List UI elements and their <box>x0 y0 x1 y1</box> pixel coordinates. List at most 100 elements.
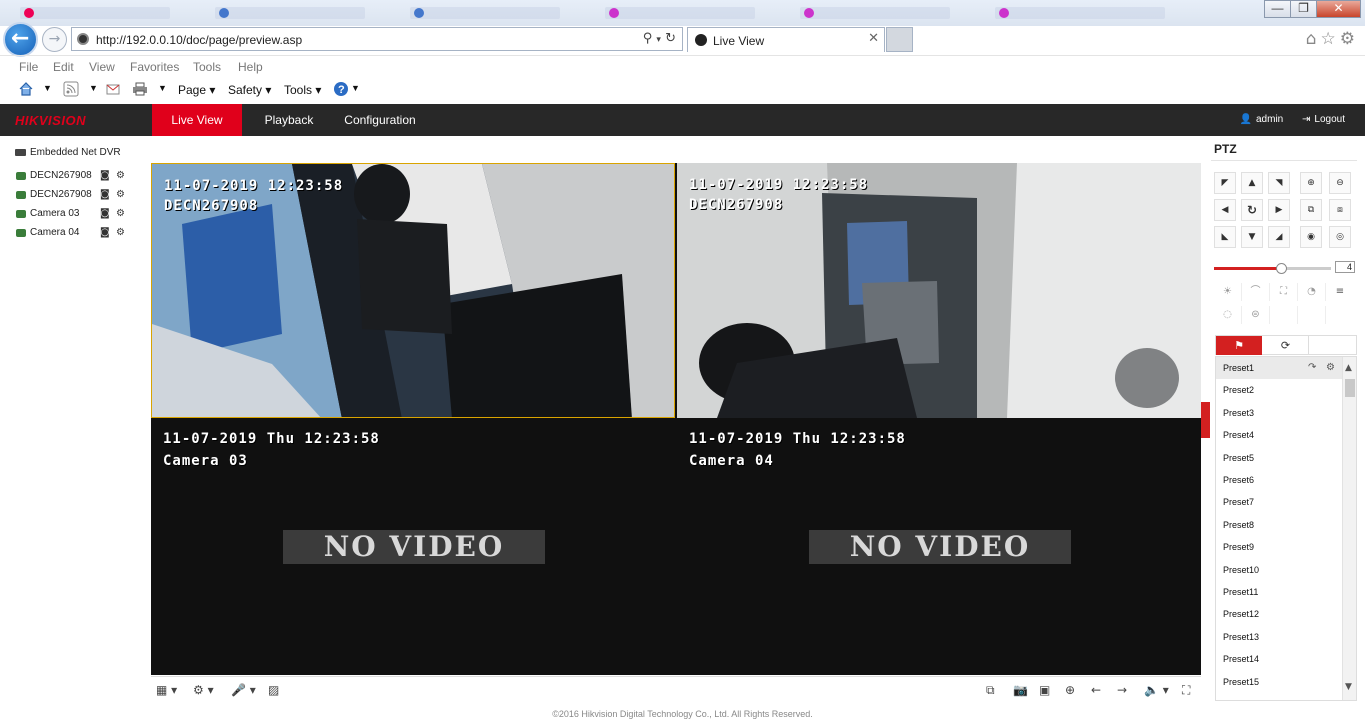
next-page-icon[interactable]: → <box>1117 683 1127 697</box>
camera-item[interactable]: DECN267908 ◙ ⚙ <box>16 169 136 185</box>
tools-menu[interactable]: Tools ▾ <box>284 83 321 97</box>
alarm-output-icon[interactable]: ▨ <box>268 683 279 697</box>
zoom-out-button[interactable]: ⊖ <box>1329 172 1351 194</box>
menu-file[interactable]: File <box>19 60 38 74</box>
close-window-button[interactable]: ✕ <box>1316 0 1361 18</box>
preset-item[interactable]: Preset9 <box>1216 536 1343 558</box>
print-dropdown-icon[interactable]: ▼ <box>158 83 167 93</box>
preset-item[interactable]: Preset2 <box>1216 379 1343 401</box>
stream-icon[interactable]: ⚙ <box>116 170 125 181</box>
menu-tools[interactable]: Tools <box>193 60 221 74</box>
menu-edit[interactable]: Edit <box>53 60 74 74</box>
light-icon[interactable]: ☀ <box>1214 283 1242 301</box>
feeds-icon[interactable] <box>63 81 79 97</box>
zoom-icon[interactable]: ⊕ <box>1065 683 1075 697</box>
gear-icon[interactable]: ⚙ <box>1340 29 1359 49</box>
manual-track-icon[interactable]: ◌ <box>1214 306 1242 324</box>
background-tab[interactable] <box>605 7 755 19</box>
microphone-icon[interactable]: 🎤 ▾ <box>231 683 256 697</box>
back-button[interactable]: ← <box>3 22 38 57</box>
tab-live-view-nav[interactable]: Live View <box>152 104 242 136</box>
camera-item[interactable]: Camera 04 ◙ ⚙ <box>16 226 136 242</box>
focus-far-button[interactable]: ⧈ <box>1329 199 1351 221</box>
ptz-down-right-button[interactable]: ◢ <box>1268 226 1290 248</box>
home-icon[interactable] <box>18 81 34 97</box>
home-dropdown-icon[interactable]: ▼ <box>43 83 52 93</box>
stream-icon[interactable]: ⚙ <box>116 227 125 238</box>
video-pane-3[interactable]: 11-07-2019 Thu 12:23:58 Camera 03 NO VID… <box>151 420 675 675</box>
background-tab[interactable] <box>995 7 1165 19</box>
more-icon[interactable]: ≡ <box>1326 283 1354 301</box>
ptz-left-button[interactable]: ◀ <box>1214 199 1236 221</box>
preset-item[interactable]: Preset1 ↷ ⚙ <box>1216 357 1343 379</box>
record-all-icon[interactable]: ▣ <box>1039 683 1050 697</box>
ptz-right-button[interactable]: ▶ <box>1268 199 1290 221</box>
preset-item[interactable]: Preset14 <box>1216 648 1343 670</box>
preset-item[interactable]: Preset10 <box>1216 559 1343 581</box>
tab-patrol[interactable]: ⟳ <box>1263 336 1309 355</box>
safety-menu[interactable]: Safety ▾ <box>228 83 271 97</box>
menu-favorites[interactable]: Favorites <box>130 60 179 74</box>
camera-item[interactable]: Camera 03 ◙ ⚙ <box>16 207 136 223</box>
address-bar[interactable]: http://192.0.0.10/doc/page/preview.asp ⚲… <box>71 27 683 51</box>
speed-value[interactable]: 4 <box>1335 261 1355 273</box>
ptz-up-right-button[interactable]: ◥ <box>1268 172 1290 194</box>
zoom-3d-icon[interactable]: ⊜ <box>1242 306 1270 324</box>
call-preset-icon[interactable]: ↷ <box>1308 357 1316 379</box>
scroll-up-icon[interactable]: ▲ <box>1345 363 1352 373</box>
menu-help[interactable]: Help <box>238 60 263 74</box>
panel-collapse-handle[interactable] <box>1201 402 1210 438</box>
scroll-down-icon[interactable]: ▼ <box>1345 682 1352 692</box>
window-layout-icon[interactable]: ▦ ▾ <box>156 683 177 697</box>
preset-item[interactable]: Preset12 <box>1216 603 1343 625</box>
mail-icon[interactable] <box>105 81 121 97</box>
preset-scrollbar[interactable]: ▲ ▼ <box>1342 357 1356 700</box>
tab-configuration[interactable]: Configuration <box>340 104 420 136</box>
set-preset-icon[interactable]: ⚙ <box>1326 357 1335 379</box>
3d-positioning-icon[interactable]: ⛶ <box>1270 283 1298 301</box>
ptz-down-button[interactable]: ▼ <box>1241 226 1263 248</box>
auto-scan-button[interactable]: ↻ <box>1241 199 1263 221</box>
volume-icon[interactable]: 🔈 ▾ <box>1144 683 1169 697</box>
capture-icon[interactable]: 📷 <box>1013 683 1028 697</box>
video-pane-4[interactable]: 11-07-2019 Thu 12:23:58 Camera 04 NO VID… <box>677 420 1201 675</box>
lens-init-icon[interactable]: ◔ <box>1298 283 1326 301</box>
preset-item[interactable]: Preset11 <box>1216 581 1343 603</box>
menu-view[interactable]: View <box>89 60 115 74</box>
stream-icon[interactable]: ⚙ <box>116 189 125 200</box>
star-icon[interactable]: ☆ <box>1321 29 1340 49</box>
feeds-dropdown-icon[interactable]: ▼ <box>89 83 98 93</box>
tab-live-view[interactable]: Live View ✕ <box>687 27 885 52</box>
page-menu[interactable]: Page ▾ <box>178 83 215 97</box>
record-icon[interactable]: ◙ <box>100 208 110 219</box>
forward-button[interactable]: → <box>42 27 67 52</box>
help-dropdown-icon[interactable]: ▼ <box>351 83 360 93</box>
background-tab[interactable] <box>20 7 170 19</box>
camera-item[interactable]: DECN267908 ◙ ⚙ <box>16 188 136 204</box>
minimize-button[interactable]: — <box>1264 0 1291 18</box>
zoom-in-button[interactable]: ⊕ <box>1300 172 1322 194</box>
preset-item[interactable]: Preset13 <box>1216 626 1343 648</box>
preset-item[interactable]: Preset6 <box>1216 469 1343 491</box>
record-icon[interactable]: ◙ <box>100 227 110 238</box>
wiper-icon[interactable]: ⌒ <box>1242 283 1270 301</box>
url-text[interactable]: http://192.0.0.10/doc/page/preview.asp <box>96 33 302 47</box>
search-icon[interactable]: ⚲ <box>643 31 653 46</box>
logout-link[interactable]: Logout <box>1314 114 1345 125</box>
preset-item[interactable]: Preset4 <box>1216 424 1343 446</box>
preset-item[interactable]: Preset8 <box>1216 514 1343 536</box>
tab-preset[interactable]: ⚑ <box>1216 336 1262 355</box>
tab-playback[interactable]: Playback <box>254 104 324 136</box>
ptz-up-button[interactable]: ▲ <box>1241 172 1263 194</box>
preset-item[interactable]: Preset15 <box>1216 671 1343 693</box>
logout-icon[interactable]: ⇥ <box>1302 114 1310 125</box>
ptz-speed-slider[interactable] <box>1214 263 1331 274</box>
restore-button[interactable]: ❐ <box>1290 0 1317 18</box>
record-icon[interactable]: ◙ <box>100 170 110 181</box>
new-tab-button[interactable] <box>886 27 913 52</box>
preset-item[interactable]: Preset7 <box>1216 491 1343 513</box>
ptz-down-left-button[interactable]: ◣ <box>1214 226 1236 248</box>
fullscreen-icon[interactable]: ⛶ <box>1182 683 1190 698</box>
record-icon[interactable]: ◙ <box>100 189 110 200</box>
refresh-icon[interactable]: ↻ <box>665 31 676 46</box>
